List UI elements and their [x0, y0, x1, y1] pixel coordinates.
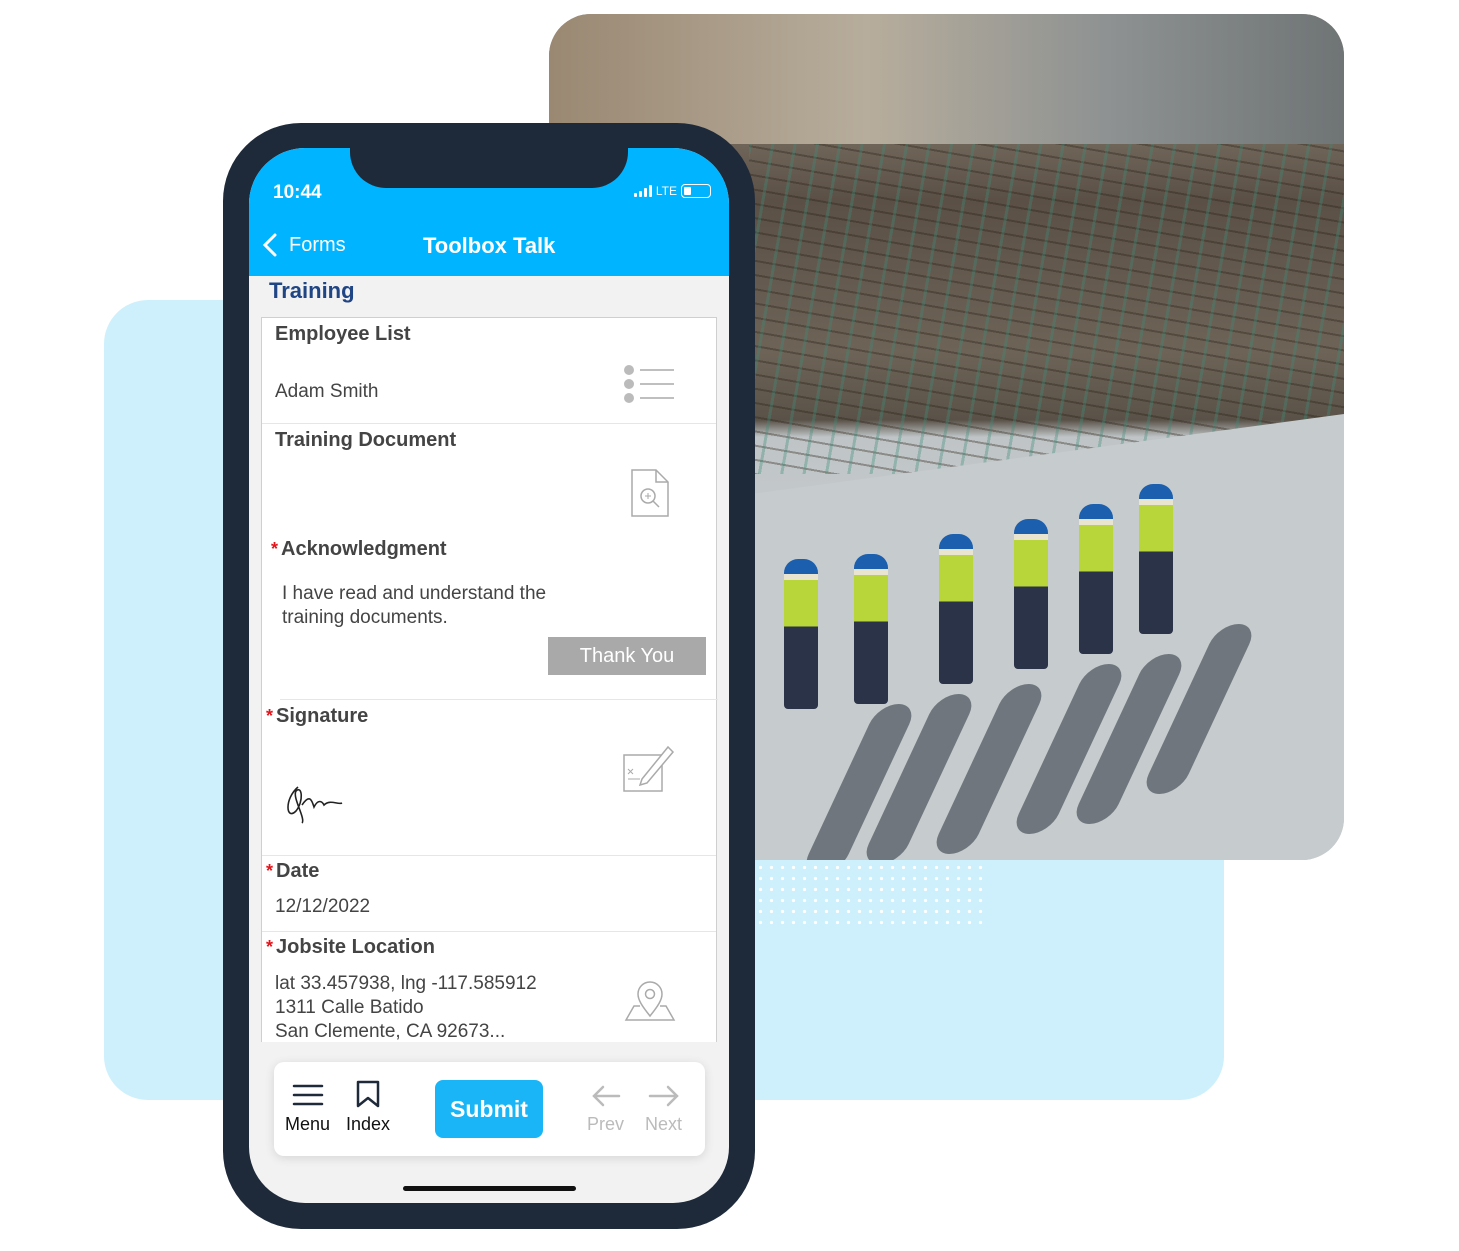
battery-icon — [681, 184, 711, 198]
menu-label: Menu — [285, 1114, 331, 1134]
employee-list-field[interactable]: Employee List Adam Smith — [262, 318, 716, 424]
date-field[interactable]: * Date 12/12/2022 — [262, 856, 716, 932]
list-icon[interactable] — [622, 364, 676, 408]
next-button[interactable]: Next — [645, 1084, 682, 1135]
signature-image — [287, 786, 343, 824]
prev-button[interactable]: Prev — [587, 1084, 624, 1135]
phone-screen: 10:44 LTE Forms Toolbox Talk Training Em… — [249, 148, 729, 1203]
field-label: * Jobsite Location — [266, 936, 435, 959]
label-text: Signature — [276, 705, 369, 727]
location-coordinates: lat 33.457938, lng -117.585912 — [275, 973, 537, 994]
label-text: Acknowledgment — [281, 538, 447, 560]
page-title: Toolbox Talk — [423, 233, 556, 258]
date-value: 12/12/2022 — [275, 896, 371, 917]
signal-icon — [633, 185, 652, 197]
required-marker: * — [266, 706, 274, 726]
dot-pattern — [755, 862, 987, 932]
signature-field[interactable]: * Signature — [262, 701, 716, 856]
network-label: LTE — [655, 184, 677, 198]
phone-mockup: 10:44 LTE Forms Toolbox Talk Training Em… — [223, 123, 755, 1229]
field-label: * Signature — [266, 705, 369, 728]
field-label: Training Document — [275, 429, 457, 451]
next-label: Next — [645, 1114, 683, 1134]
section-title: Training — [269, 278, 355, 303]
document-search-icon[interactable] — [630, 468, 670, 518]
label-text: Date — [276, 860, 320, 882]
menu-button[interactable]: Menu — [285, 1082, 330, 1135]
arrow-left-icon — [591, 1085, 620, 1107]
thank-you-button[interactable]: Thank You — [548, 637, 706, 675]
location-street: 1311 Calle Batido — [275, 997, 424, 1018]
jobsite-location-field[interactable]: * Jobsite Location lat 33.457938, lng -11… — [262, 932, 716, 1043]
bottom-toolbar: Menu Index Submit Prev Next — [274, 1062, 705, 1156]
status-icons: LTE — [633, 184, 711, 198]
index-label: Index — [346, 1114, 391, 1134]
map-pin-icon[interactable] — [624, 978, 676, 1022]
field-label: * Acknowledgment — [271, 538, 447, 561]
field-label: Employee List — [275, 323, 411, 345]
submit-button[interactable]: Submit — [435, 1080, 543, 1138]
label-text: Jobsite Location — [276, 936, 435, 958]
required-marker: * — [271, 539, 279, 559]
index-button[interactable]: Index — [346, 1080, 390, 1135]
required-marker: * — [266, 937, 274, 957]
acknowledgment-text: I have read and understand the training … — [282, 583, 547, 628]
hamburger-menu-icon — [292, 1084, 323, 1106]
prev-label: Prev — [587, 1114, 625, 1134]
phone-notch — [350, 148, 628, 188]
bookmark-icon — [356, 1080, 380, 1108]
field-value: Adam Smith — [275, 381, 379, 402]
status-time: 10:44 — [273, 182, 322, 203]
signature-edit-icon[interactable] — [622, 743, 676, 795]
location-city: San Clemente, CA 92673... — [275, 1021, 506, 1042]
training-document-field[interactable]: Training Document — [262, 424, 716, 534]
back-label: Forms — [289, 233, 346, 256]
home-indicator[interactable] — [403, 1186, 576, 1191]
chevron-left-icon — [262, 233, 277, 257]
back-button[interactable]: Forms — [261, 232, 346, 258]
field-label: * Date — [266, 860, 320, 883]
required-marker: * — [266, 861, 274, 881]
arrow-right-icon — [648, 1085, 679, 1107]
form-card: Employee List Adam Smith Training Docume… — [261, 317, 718, 1043]
acknowledgment-field: * Acknowledgment I have read and understa… — [271, 534, 718, 700]
